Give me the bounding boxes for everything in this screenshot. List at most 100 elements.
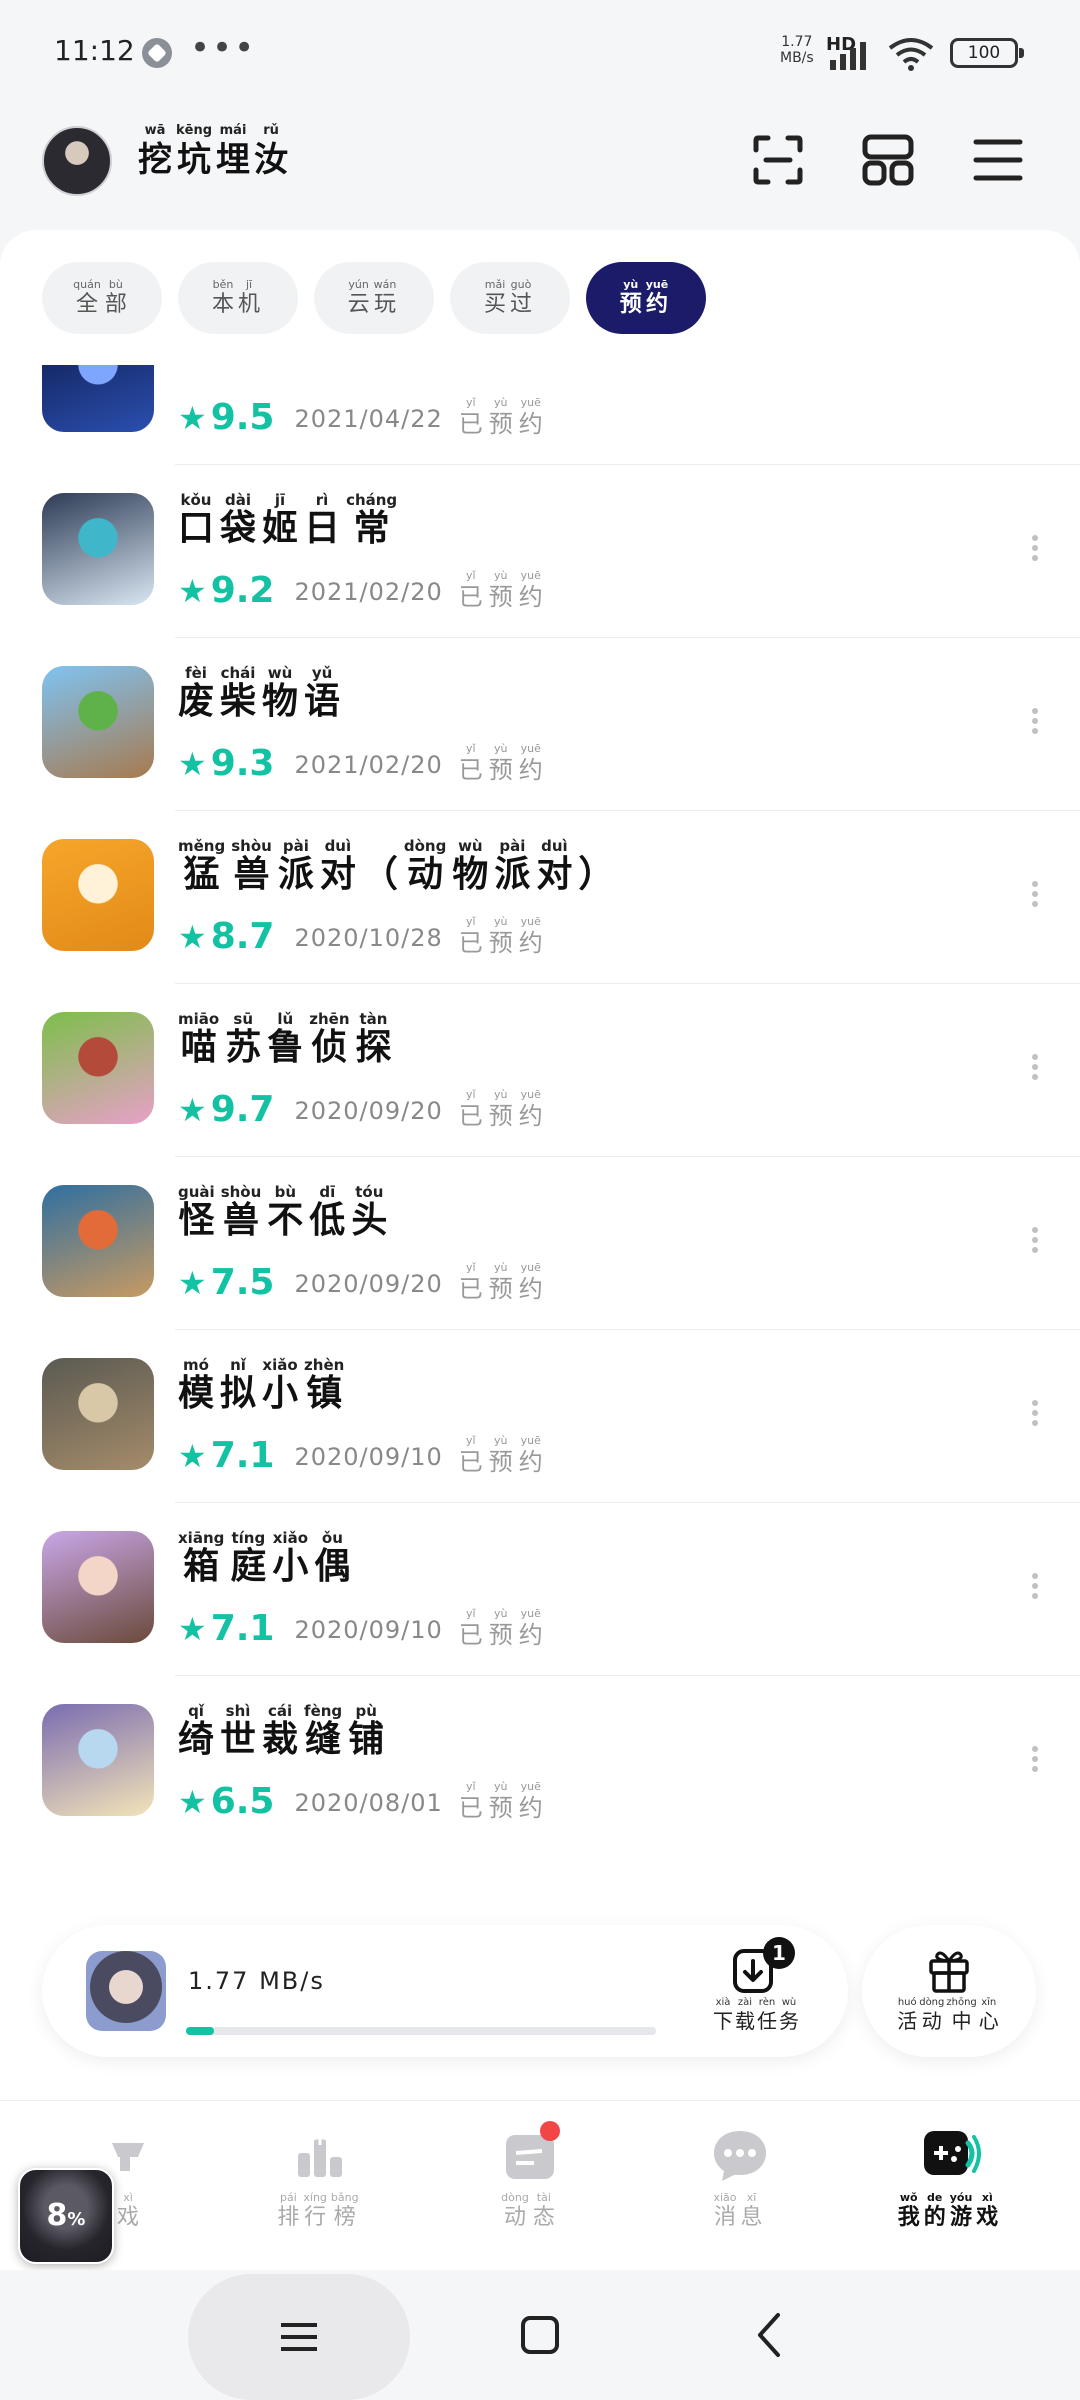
hamburger-icon <box>281 2323 317 2351</box>
download-bar[interactable]: 1.77 MB/s 1 xià 下 zài 载 rèn 任 wù 务 <box>42 1925 848 2057</box>
more-options-icon[interactable] <box>1020 877 1050 917</box>
game-title-hanzi: 袋 <box>220 508 257 549</box>
nav-label-hanzi: 戏 <box>116 2205 139 2230</box>
game-rating: 7.1 <box>210 1608 275 1649</box>
game-title-char: shòu 兽 <box>221 1183 262 1241</box>
game-icon[interactable] <box>42 365 154 432</box>
tab-4[interactable]: yù 预 yuē 约 <box>586 262 706 334</box>
list-item[interactable]: měng 猛 shòu 兽 pài 派 duì 对（dòng 动 wù 物 pài 派 duì 对） ★ 8.7… <box>0 811 1080 984</box>
nav-label-hanzi: 排 <box>277 2205 300 2230</box>
game-rating: 8.7 <box>210 916 275 957</box>
scan-icon[interactable] <box>748 130 808 190</box>
game-title-pinyin: pài <box>499 837 526 855</box>
username[interactable]: wā 挖 kēng 坑 mái 埋 rǔ 汝 <box>138 122 292 180</box>
game-title: mó 模 nǐ 拟 xiǎo 小 zhèn 镇 <box>178 1356 350 1414</box>
reserved-label-char: yuē 约 <box>519 569 543 611</box>
game-title-char: měng 猛 <box>178 837 225 895</box>
list-item[interactable]: guài 怪 shòu 兽 bù 不 dī 低 tóu 头 ★ 7.5 2020/09/20 yǐ 已 yù 预… <box>0 1157 1080 1330</box>
list-item[interactable]: miāo 喵 sū 苏 lǔ 鲁 zhēn 侦 tàn 探 ★ 9.7 2020/09/20 yǐ 已 yù 预… <box>0 984 1080 1157</box>
reserved-label-char: yǐ 已 <box>459 1261 483 1303</box>
nav-item-my-games[interactable]: wǒ 我 de 的 yóu 游 xì 戏 <box>860 2123 1040 2231</box>
reserved-label-hanzi: 已 <box>458 756 483 784</box>
game-title-pinyin: cháng <box>346 491 398 509</box>
recent-apps-button[interactable] <box>188 2274 410 2400</box>
game-title-hanzi: 常 <box>353 508 390 549</box>
game-title-char: wù 物 <box>262 664 298 722</box>
reserved-label-char: yuē 约 <box>519 1261 543 1303</box>
more-options-icon[interactable] <box>1020 531 1050 571</box>
list-item[interactable]: xiāng 箱 tíng 庭 xiǎo 小 ǒu 偶 ★ 7.1 2020/09/10 yǐ 已 yù 预 y… <box>0 1503 1080 1676</box>
nav-label-char: xī 息 <box>741 2191 763 2231</box>
tab-3[interactable]: mǎi 买 guò 过 <box>450 262 570 334</box>
game-title-hanzi: 物 <box>452 854 489 895</box>
game-title: guài 怪 shòu 兽 bù 不 dī 低 tóu 头 <box>178 1183 393 1241</box>
list-item[interactable]: mó 模 nǐ 拟 xiǎo 小 zhèn 镇 ★ 7.1 2020/09/10 yǐ 已 yù 预 yuē 约 <box>0 1330 1080 1503</box>
event-center-label-pinyin: dòng <box>919 1997 945 2008</box>
floating-download-progress[interactable]: 8% <box>18 2168 114 2264</box>
more-options-icon[interactable] <box>1020 1569 1050 1609</box>
reserved-label-pinyin: yǐ <box>466 1434 476 1447</box>
game-title-char: shòu 兽 <box>231 837 272 895</box>
game-title-pinyin: sū <box>233 1010 254 1028</box>
game-icon[interactable] <box>42 1704 154 1816</box>
home-button[interactable] <box>500 2270 580 2400</box>
layout-icon[interactable] <box>858 130 918 190</box>
nav-label-hanzi: 息 <box>740 2205 763 2230</box>
game-icon[interactable] <box>42 1531 154 1643</box>
game-title-pinyin: yǔ <box>311 664 333 682</box>
star-icon: ★ <box>178 1610 207 1648</box>
game-icon[interactable] <box>42 1012 154 1124</box>
game-icon[interactable] <box>42 839 154 951</box>
game-title-pinyin: pù <box>355 1702 377 1720</box>
game-title-pinyin: dòng <box>403 837 447 855</box>
menu-icon[interactable] <box>968 130 1028 190</box>
nav-item-messages[interactable]: xiāo 消 xī 息 <box>650 2123 830 2231</box>
game-icon[interactable] <box>42 666 154 778</box>
nav-label: xiāo 消 xī 息 <box>650 2191 830 2231</box>
list-item[interactable]: qǐ 绮 shì 世 cái 裁 fèng 缝 pù 铺 ★ 6.5 2020/08/01 yǐ 已 yù 预 y… <box>0 1676 1080 1849</box>
battery-icon: 100 <box>950 38 1024 68</box>
tab-1[interactable]: běn 本 jī 机 <box>178 262 298 334</box>
game-release-date: 2021/02/20 <box>294 578 443 606</box>
game-title-char: chái 柴 <box>220 664 256 722</box>
tab-0[interactable]: quán 全 bù 部 <box>42 262 162 334</box>
avatar[interactable] <box>42 126 112 196</box>
more-options-icon[interactable] <box>1020 1396 1050 1436</box>
game-icon[interactable] <box>42 1358 154 1470</box>
game-title-char: xiǎo 小 <box>272 1529 308 1587</box>
username-char: kēng 坑 <box>176 122 212 180</box>
nav-label-hanzi: 戏 <box>976 2205 999 2230</box>
game-list[interactable]: ★ 9.5 2021/04/22 yǐ 已 yù 预 yuē 约 kǒu 口 dài 袋 jī 姬 rì 日 ch… <box>0 365 1080 2035</box>
nav-item-feed[interactable]: dòng 动 tài 态 <box>440 2121 620 2231</box>
feed-icon <box>498 2121 562 2187</box>
game-title-char: mó 模 <box>178 1356 214 1414</box>
tab-label-hanzi: 云 <box>347 292 370 317</box>
list-item[interactable]: fèi 废 chái 柴 wù 物 yǔ 语 ★ 9.3 2021/02/20 yǐ 已 yù 预 yuē 约 <box>0 638 1080 811</box>
game-icon[interactable] <box>42 1185 154 1297</box>
star-icon: ★ <box>178 572 207 610</box>
tab-label-char: wán 玩 <box>374 278 397 318</box>
download-tasks-button[interactable]: 1 xià 下 zài 载 rèn 任 wù 务 <box>692 1937 822 2045</box>
event-center-button[interactable]: huó 活 dòng 动 zhōng 中 xīn 心 <box>862 1925 1036 2057</box>
nav-label-char: pái 排 <box>277 2191 299 2231</box>
game-title-char: duì 对 <box>320 837 356 895</box>
reserved-label-hanzi: 预 <box>488 410 513 438</box>
game-title-pinyin: fèng <box>304 1702 343 1720</box>
game-meta: ★ 9.7 2020/09/20 yǐ 已 yù 预 yuē 约 <box>178 1080 549 1130</box>
reserved-label-pinyin: yù <box>494 1088 508 1101</box>
tab-2[interactable]: yún 云 wán 玩 <box>314 262 434 334</box>
more-options-icon[interactable] <box>1020 1050 1050 1090</box>
reserved-label-char: yuē 约 <box>519 1088 543 1130</box>
game-title-hanzi: 不 <box>267 1200 304 1241</box>
game-title-hanzi: （ <box>361 854 398 895</box>
more-options-icon[interactable] <box>1020 704 1050 744</box>
nav-item-rank[interactable]: pái 排 xíng 行 bǎng 榜 <box>230 2123 410 2231</box>
game-icon[interactable] <box>42 493 154 605</box>
more-options-icon[interactable] <box>1020 1223 1050 1263</box>
back-button[interactable] <box>730 2270 810 2400</box>
more-options-icon[interactable] <box>1020 1742 1050 1782</box>
list-item[interactable]: ★ 9.5 2021/04/22 yǐ 已 yù 预 yuē 约 <box>0 365 1080 465</box>
list-item[interactable]: kǒu 口 dài 袋 jī 姬 rì 日 cháng 常 ★ 9.2 2021/02/20 yǐ 已 yù 预… <box>0 465 1080 638</box>
reserved-label-pinyin: yǐ <box>466 742 476 755</box>
reserved-status: yǐ 已 yù 预 yuē 约 <box>459 1780 549 1822</box>
